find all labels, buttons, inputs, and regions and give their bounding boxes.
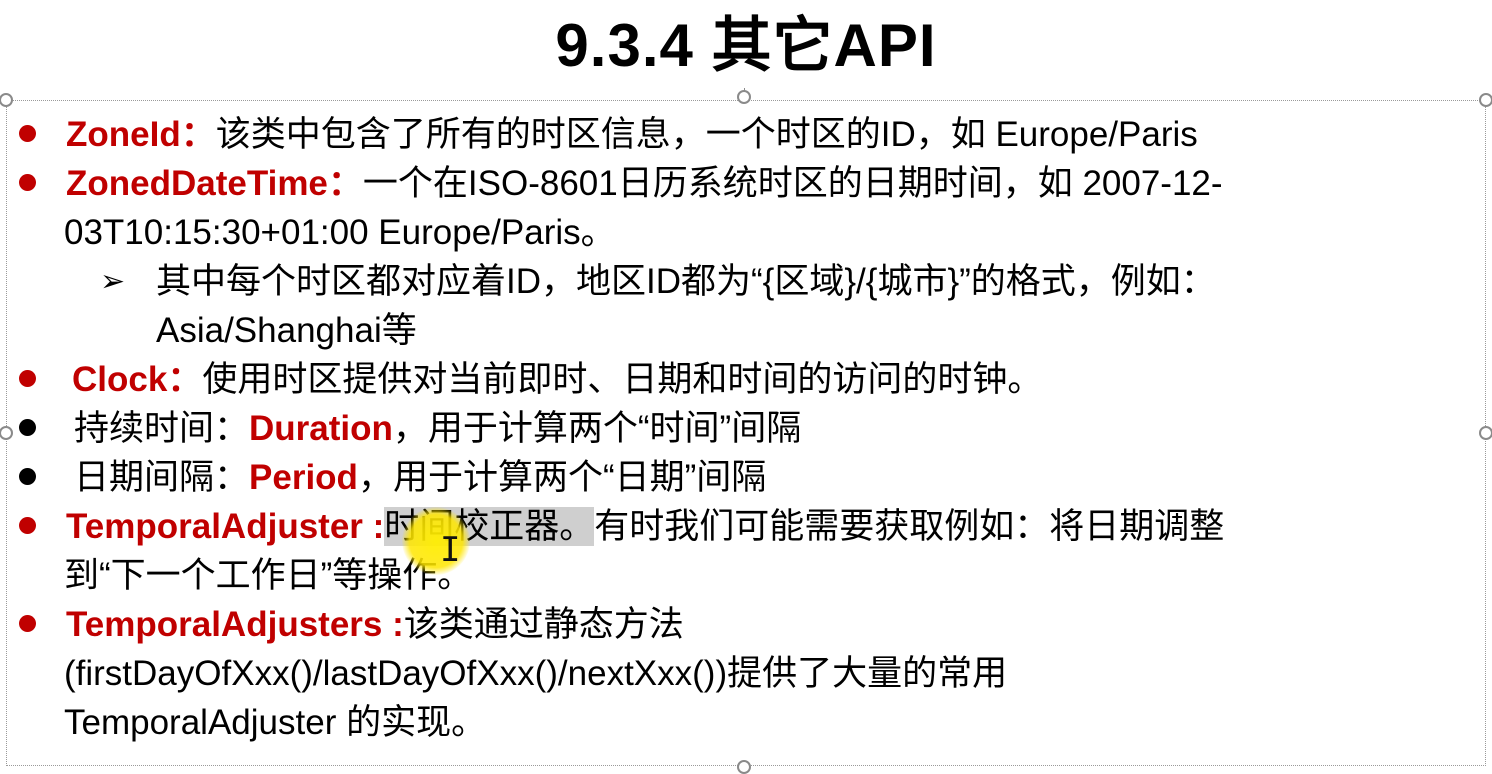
term-label: Period: [249, 458, 358, 497]
item-text: TemporalAdjuster 的实现。: [64, 703, 487, 742]
item-text: 一个在ISO-8601日历系统时区的日期时间，如 2007-12-: [362, 164, 1223, 203]
bullet-dot-icon: [19, 615, 36, 632]
item-text: 使用时区提供对当前即时、日期和时间的访问的时钟。: [202, 360, 1043, 399]
list-item-continuation: TemporalAdjuster 的实现。: [0, 698, 1492, 747]
list-item-clock: Clock：使用时区提供对当前即时、日期和时间的访问的时钟。: [0, 355, 1492, 404]
term-label: TemporalAdjusters :: [66, 605, 404, 644]
list-item-temporaladjuster: TemporalAdjuster :时间校正器。有时我们可能需要获取例如：将日期…: [0, 502, 1492, 551]
list-item-continuation: 到“下一个工作日”等操作。: [0, 551, 1492, 600]
list-item-temporaladjusters: TemporalAdjusters :该类通过静态方法: [0, 600, 1492, 649]
resize-handle-bottom-center[interactable]: [737, 760, 751, 774]
list-item-zoneddatetime: ZonedDateTime：一个在ISO-8601日历系统时区的日期时间，如 2…: [0, 159, 1492, 208]
bullet-dot-icon: [19, 174, 36, 191]
term-label: ZoneId：: [66, 115, 216, 154]
list-item-continuation: 03T10:15:30+01:00 Europe/Paris。: [0, 208, 1492, 257]
item-text: (firstDayOfXxx()/lastDayOfXxx()/nextXxx(…: [64, 654, 1008, 693]
term-label: TemporalAdjuster :: [66, 507, 385, 546]
slide-title: 9.3.4 其它API: [555, 12, 937, 79]
text-cursor-icon: I: [440, 530, 461, 570]
item-text: Asia/Shanghai等: [156, 311, 417, 350]
term-label: Duration: [249, 409, 393, 448]
term-label: Clock：: [72, 360, 203, 399]
term-label: ZonedDateTime：: [66, 164, 363, 203]
bullet-dot-icon: [19, 468, 36, 485]
item-text: ，用于计算两个“时间”间隔: [392, 409, 802, 448]
slide-canvas: 9.3.4 其它API ZoneId：该类中包含了所有的时区信息，一个时区的ID…: [0, 0, 1492, 774]
item-text: ，用于计算两个“日期”间隔: [357, 458, 767, 497]
item-text: 该类通过静态方法: [403, 605, 684, 644]
selected-text[interactable]: 时间校正器。: [384, 507, 595, 546]
item-prefix: 日期间隔：: [74, 458, 250, 497]
item-text: 有时我们可能需要获取例如：将日期调整: [594, 507, 1225, 546]
item-prefix: 持续时间：: [74, 409, 250, 448]
bullet-dot-icon: [19, 370, 36, 387]
rotation-handle[interactable]: [737, 90, 751, 104]
bullet-list[interactable]: ZoneId：该类中包含了所有的时区信息，一个时区的ID，如 Europe/Pa…: [0, 110, 1492, 747]
list-item-continuation: (firstDayOfXxx()/lastDayOfXxx()/nextXxx(…: [0, 649, 1492, 698]
resize-handle-top-right[interactable]: [1479, 93, 1492, 107]
item-text: 该类中包含了所有的时区信息，一个时区的ID，如 Europe/Paris: [215, 115, 1198, 154]
item-text: 03T10:15:30+01:00 Europe/Paris。: [64, 213, 616, 252]
list-item-period: 日期间隔：Period，用于计算两个“日期”间隔: [0, 453, 1492, 502]
item-text: 到“下一个工作日”等操作。: [64, 556, 473, 595]
bullet-dot-icon: [19, 125, 36, 142]
bullet-dot-icon: [19, 517, 36, 534]
bullet-dot-icon: [19, 419, 36, 436]
sub-item-continuation: Asia/Shanghai等: [0, 306, 1492, 355]
list-item-zoneid: ZoneId：该类中包含了所有的时区信息，一个时区的ID，如 Europe/Pa…: [0, 110, 1492, 159]
sub-item-zone-format: ➢ 其中每个时区都对应着ID，地区ID都为“{区域}/{城市}”的格式，例如：: [0, 257, 1492, 306]
list-item-duration: 持续时间：Duration，用于计算两个“时间”间隔: [0, 404, 1492, 453]
arrow-bullet-icon: ➢: [100, 265, 126, 298]
item-text: 其中每个时区都对应着ID，地区ID都为“{区域}/{城市}”的格式，例如：: [156, 262, 1216, 301]
